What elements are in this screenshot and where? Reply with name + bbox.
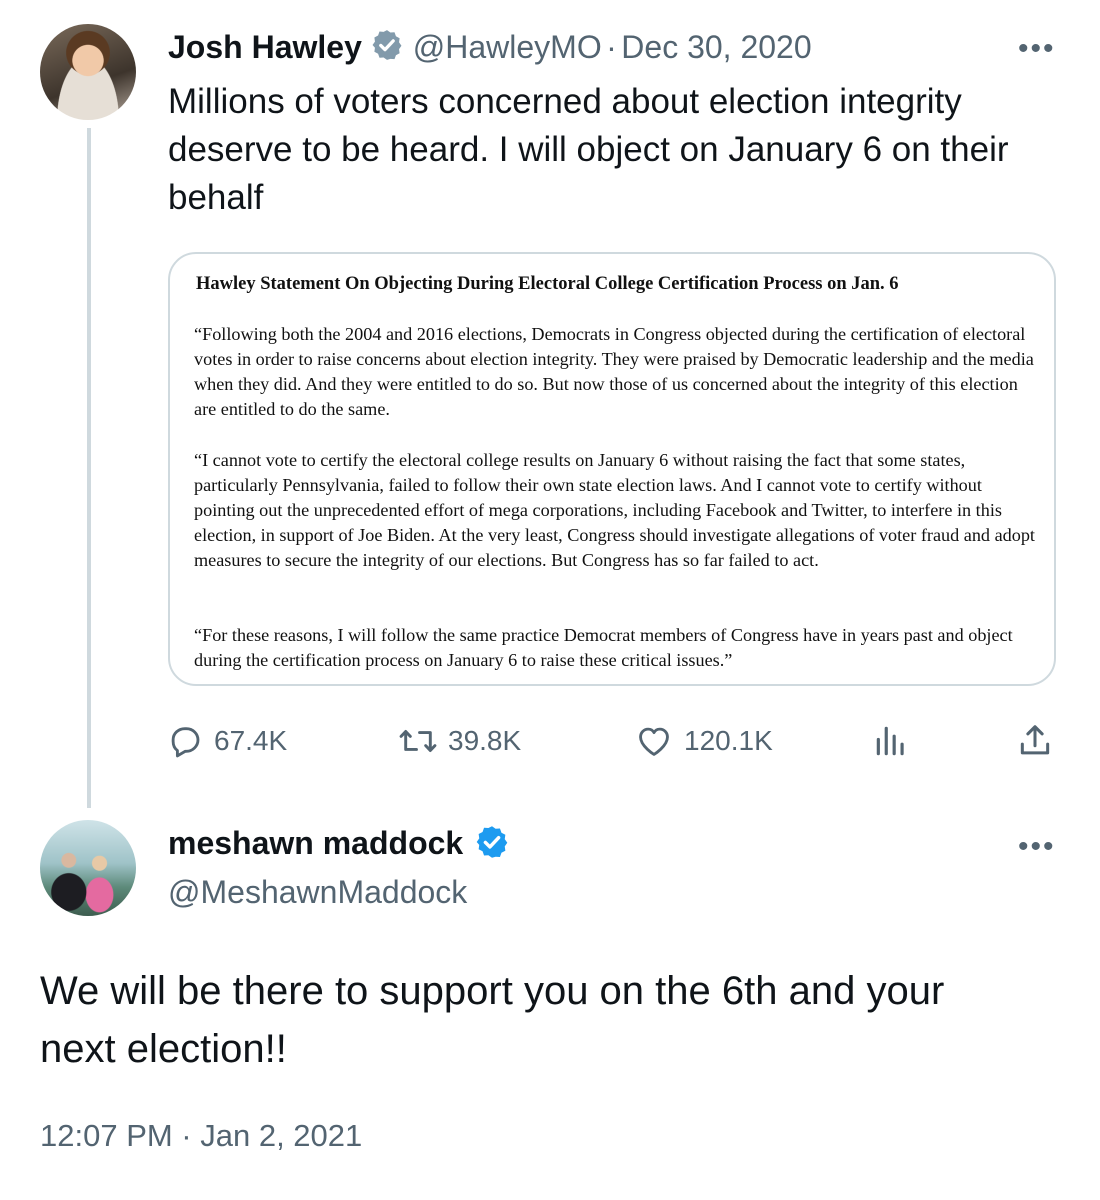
retweet-count: 39.8K <box>448 725 522 756</box>
author-name[interactable]: meshawn maddock <box>168 825 463 861</box>
analytics-icon <box>872 722 910 760</box>
reply-icon <box>166 722 204 760</box>
author-handle[interactable]: @HawleyMO <box>413 29 602 65</box>
tweet1-text: Millions of voters concerned about elect… <box>168 78 1068 222</box>
verified-badge-icon <box>468 824 510 876</box>
statement-image-card[interactable]: Hawley Statement On Objecting During Ele… <box>168 252 1056 686</box>
tweet-text-line: next election!! <box>40 1027 287 1071</box>
more-icon[interactable]: ••• <box>1018 832 1056 862</box>
thread-line <box>87 128 91 808</box>
reply-button[interactable]: 67.4K <box>166 722 287 760</box>
tweet-text-line: deserve to be heard. I will object on Ja… <box>168 130 1009 169</box>
author-name[interactable]: Josh Hawley <box>168 29 362 65</box>
tweet1-header: Josh Hawley @HawleyMO · Dec 30, 2020 <box>168 22 812 72</box>
like-icon <box>634 722 674 760</box>
share-icon <box>1016 722 1054 760</box>
tweet2-header: meshawn maddock <box>168 818 510 868</box>
tweet2-text: We will be there to support you on the 6… <box>40 962 1070 1078</box>
retweet-button[interactable]: 39.8K <box>398 722 521 760</box>
like-button[interactable]: 120.1K <box>634 722 773 760</box>
retweet-icon <box>398 722 438 760</box>
tweet-timestamp[interactable]: 12:07 PM · Jan 2, 2021 <box>40 1118 362 1154</box>
tweet-text-line: Millions of voters concerned about elect… <box>168 82 962 121</box>
avatar-meshawn-maddock[interactable] <box>40 820 136 916</box>
statement-title: Hawley Statement On Objecting During Ele… <box>196 274 899 294</box>
more-icon[interactable]: ••• <box>1018 34 1056 64</box>
tweet-date[interactable]: Dec 30, 2020 <box>621 29 811 65</box>
analytics-button[interactable] <box>872 722 910 760</box>
statement-paragraph: “Following both the 2004 and 2016 electi… <box>194 324 1034 419</box>
verified-badge-icon <box>366 28 408 79</box>
author-handle[interactable]: @MeshawnMaddock <box>168 868 467 916</box>
statement-paragraph: “For these reasons, I will follow the sa… <box>194 625 1013 670</box>
share-button[interactable] <box>1016 722 1054 760</box>
reply-count: 67.4K <box>214 725 288 756</box>
avatar-josh-hawley[interactable] <box>40 24 136 120</box>
like-count: 120.1K <box>684 725 773 756</box>
separator-dot: · <box>606 29 617 65</box>
tweet-text-line: behalf <box>168 178 264 217</box>
statement-paragraph: “I cannot vote to certify the electoral … <box>194 450 1035 570</box>
tweet-text-line: We will be there to support you on the 6… <box>40 969 945 1013</box>
